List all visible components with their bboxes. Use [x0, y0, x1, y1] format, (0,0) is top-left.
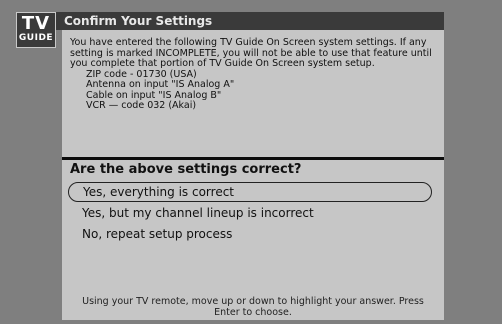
confirm-question: Are the above settings correct? — [70, 162, 302, 177]
logo-guide-text: GUIDE — [18, 33, 54, 43]
option-yes-lineup-incorrect[interactable]: Yes, but my channel lineup is incorrect — [68, 203, 438, 223]
answer-options: Yes, everything is correct Yes, but my c… — [68, 182, 438, 245]
section-divider — [62, 157, 444, 160]
logo-tv-text: TV — [21, 13, 51, 34]
option-no-repeat-setup[interactable]: No, repeat setup process — [68, 224, 438, 244]
tv-guide-logo: TV GUIDE — [16, 12, 56, 48]
settings-list: ZIP code - 01730 (USA) Antenna on input … — [70, 69, 440, 112]
tv-guide-screen: TV GUIDE Confirm Your Settings You have … — [0, 0, 502, 324]
info-text: You have entered the following TV Guide … — [70, 37, 432, 69]
option-yes-correct[interactable]: Yes, everything is correct — [68, 182, 432, 202]
help-footer: Using your TV remote, move up or down to… — [82, 296, 424, 318]
setting-vcr: VCR — code 032 (Akai) — [86, 100, 197, 111]
page-title: Confirm Your Settings — [56, 12, 444, 30]
setting-antenna: Antenna on input "IS Analog A" — [86, 79, 235, 90]
settings-panel: You have entered the following TV Guide … — [62, 30, 444, 320]
settings-info: You have entered the following TV Guide … — [70, 37, 440, 112]
